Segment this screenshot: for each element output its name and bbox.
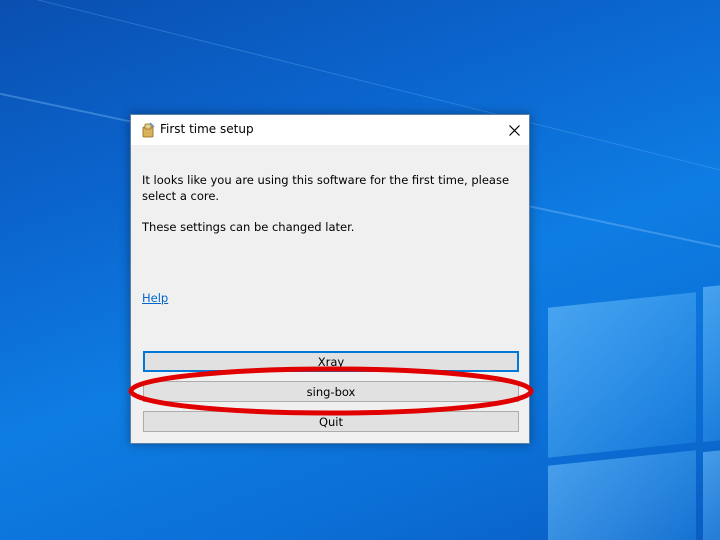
first-time-setup-dialog: First time setup It looks like you are u… [130,114,530,444]
quit-button[interactable]: Quit [143,411,519,432]
windows-logo-pane [703,282,720,443]
dialog-title: First time setup [160,122,254,136]
app-icon [140,122,156,138]
title-bar[interactable]: First time setup [131,115,529,145]
intro-message: It looks like you are using this softwar… [142,173,510,203]
help-link[interactable]: Help [142,291,168,305]
xray-button[interactable]: Xray [143,351,519,372]
windows-logo-pane [703,447,720,540]
windows-logo-pane [548,450,696,540]
sing-box-button[interactable]: sing-box [143,381,519,402]
settings-note: These settings can be changed later. [142,220,355,234]
close-icon [508,121,520,140]
close-button[interactable] [499,115,529,145]
windows-logo-pane [548,292,696,458]
